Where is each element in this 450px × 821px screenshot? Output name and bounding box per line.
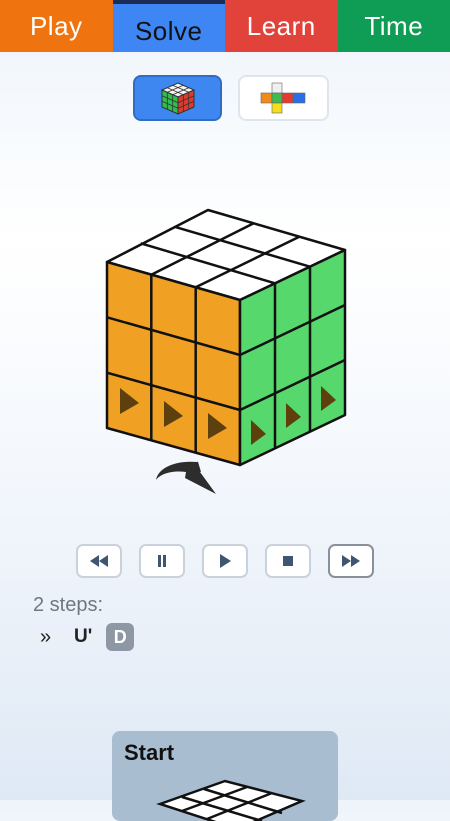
move-step-current[interactable]: D	[106, 623, 134, 651]
fast-forward-icon	[340, 555, 362, 567]
pause-icon	[156, 555, 168, 567]
top-tab-bar: Play Solve Learn Time	[0, 0, 450, 52]
play-icon	[219, 554, 231, 568]
start-cube-preview	[112, 731, 338, 821]
tab-solve[interactable]: Solve	[113, 0, 226, 52]
stop-icon	[282, 555, 294, 567]
start-state-card[interactable]: Start	[112, 731, 338, 821]
fast-forward-button[interactable]	[328, 544, 374, 578]
rewind-button[interactable]	[76, 544, 122, 578]
view-net-button[interactable]	[238, 75, 329, 121]
rewind-icon	[88, 555, 110, 567]
current-step-pointer: »	[40, 626, 74, 649]
move-step[interactable]: U'	[74, 626, 92, 648]
pause-button[interactable]	[139, 544, 185, 578]
view-3d-button[interactable]	[133, 75, 222, 121]
rotate-arrow-icon	[156, 462, 216, 494]
cube-3d-icon	[158, 80, 198, 116]
cube-net-icon	[260, 82, 308, 114]
move-sequence: » U' D	[40, 622, 134, 652]
cube-3d-view[interactable]	[80, 190, 380, 510]
tab-play[interactable]: Play	[0, 0, 113, 52]
play-button[interactable]	[202, 544, 248, 578]
tab-time[interactable]: Time	[338, 0, 450, 52]
playback-controls	[0, 544, 450, 580]
stop-button[interactable]	[265, 544, 311, 578]
tab-learn[interactable]: Learn	[225, 0, 338, 52]
steps-count-label: 2 steps:	[33, 594, 103, 617]
